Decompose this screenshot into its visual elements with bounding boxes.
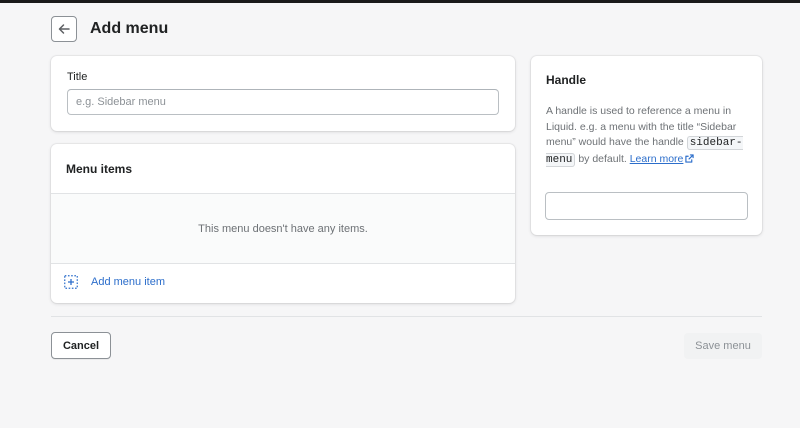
footer-divider	[51, 316, 762, 317]
page-title: Add menu	[90, 20, 169, 37]
handle-input[interactable]	[545, 192, 748, 220]
add-menu-item-button[interactable]: Add menu item	[64, 275, 165, 289]
menu-items-card: Menu items This menu doesn't have any it…	[51, 144, 515, 303]
add-menu-item-label: Add menu item	[91, 276, 165, 288]
handle-card: Handle A handle is used to reference a m…	[531, 56, 762, 235]
dashed-plus-icon	[64, 275, 78, 289]
title-input[interactable]	[67, 89, 499, 115]
empty-message: This menu doesn't have any items.	[198, 222, 368, 235]
learn-more-label: Learn more	[629, 152, 684, 165]
handle-description-text-end: by default.	[575, 152, 630, 165]
top-bar	[0, 0, 800, 3]
handle-description: A handle is used to reference a menu in …	[546, 104, 751, 168]
arrow-left-icon	[57, 22, 71, 36]
learn-more-link[interactable]: Learn more	[630, 153, 695, 165]
menu-items-empty-state: This menu doesn't have any items.	[51, 193, 515, 264]
menu-items-heading: Menu items	[66, 162, 133, 176]
back-button[interactable]	[51, 16, 77, 42]
title-label: Title	[67, 71, 88, 83]
save-menu-button[interactable]: Save menu	[684, 333, 762, 359]
external-link-icon	[685, 153, 695, 169]
cancel-button[interactable]: Cancel	[51, 332, 111, 359]
handle-heading: Handle	[546, 73, 587, 87]
title-card: Title	[51, 56, 515, 131]
